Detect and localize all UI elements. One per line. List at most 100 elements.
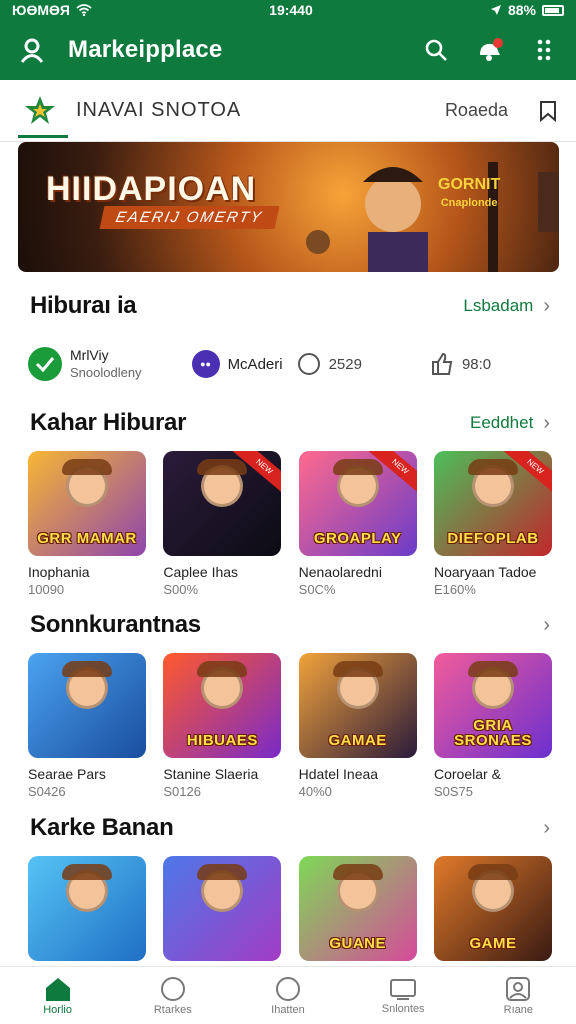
circle-icon	[275, 976, 300, 1001]
game-thumbnail[interactable]	[28, 856, 146, 961]
game-meta: S0C%	[298, 582, 336, 597]
publisher[interactable]: ●● McAderi	[191, 350, 283, 378]
game-meta: S0126	[163, 784, 201, 799]
tab-featured-label: INAVAI SNOTOA	[76, 99, 242, 121]
game-card[interactable]: HIBUAES Stanine Slaeria S0126	[163, 653, 282, 799]
publisher-name: McAderi	[227, 355, 283, 373]
character-hat-art	[467, 459, 518, 475]
section-new-header: Kahar Hiburar Eeddhet ›	[30, 409, 550, 437]
developer-subtitle: Snoolodleny	[70, 365, 142, 380]
home-icon	[45, 977, 70, 1001]
game-thumbnail[interactable]: GAMAE	[298, 653, 417, 758]
banner-subline: EAERIJ OMERTY	[99, 206, 280, 229]
game-thumbnail[interactable]: HIBUAES	[163, 653, 282, 758]
character-hat-art	[332, 864, 383, 880]
tab-row: INAVAI SNOTOA Roaeda	[0, 80, 576, 142]
game-thumbnail[interactable]: GRR MAMAR	[28, 451, 146, 556]
game-thumbnail[interactable]	[163, 856, 282, 961]
game-logo-text: HIBUAES	[186, 732, 258, 749]
nav-item-3[interactable]: Ihatten	[243, 976, 333, 1016]
chevron-right-icon: ›	[543, 411, 550, 434]
developer-logo-icon	[28, 347, 62, 381]
game-thumbnail[interactable]: GRIA SRONAES	[433, 653, 552, 758]
notification-icon[interactable]	[476, 36, 504, 64]
game-thumbnail[interactable]: GAME	[433, 856, 552, 961]
clock: 19:440	[269, 2, 313, 18]
bookmark-icon[interactable]	[538, 100, 558, 122]
game-meta: 10090	[28, 582, 65, 597]
section-new-more[interactable]: Eeddhet ›	[470, 412, 550, 435]
profile-icon	[506, 976, 531, 1001]
character-hat-art	[467, 661, 518, 677]
section-new-title: Kahar Hiburar	[30, 409, 187, 436]
game-card[interactable]: NEW DIEFOPLAB Noaryaan Tadoe E160%	[433, 451, 552, 597]
chevron-right-icon: ›	[543, 816, 550, 839]
game-card[interactable]: NEW Caplee Ihas S00%	[163, 451, 282, 597]
top-app-bar: ЮӨМӨЯ 19:440 88% Markeipplace	[0, 0, 576, 80]
game-meta: S00%	[163, 582, 199, 597]
game-title: Hdatel Ineaa	[298, 766, 379, 782]
status-bar: ЮӨМӨЯ 19:440 88%	[0, 0, 576, 20]
search-icon[interactable]	[422, 36, 450, 64]
section-featured-header: Hiburaı ia Lsbadam ›	[30, 292, 550, 320]
section-more-more[interactable]: ›	[543, 817, 550, 840]
game-meta: S0426	[28, 784, 66, 799]
game-title: Inophania	[28, 564, 90, 580]
location-icon	[490, 5, 501, 15]
character-hat-art	[467, 864, 518, 880]
game-logo-text: GAME	[469, 935, 517, 952]
more-options-icon[interactable]	[530, 36, 558, 64]
game-card[interactable]: GRIA SRONAES Coroelar & S0S75	[433, 653, 552, 799]
info-row: MrlViy Snoolodleny ●● McAderi 2529 98:0	[28, 342, 558, 386]
game-logo-text: GRR MAMAR	[37, 530, 137, 547]
character-hat-art	[197, 459, 248, 475]
installs-stat[interactable]: 98:0	[430, 352, 491, 376]
game-title: Noaryaan Tadoe	[433, 564, 537, 580]
nav-item-2[interactable]: Rtarkes	[128, 976, 218, 1016]
account-icon[interactable]	[18, 36, 46, 64]
section-more-header: Karke Banan ›	[30, 814, 550, 842]
game-thumbnail[interactable]: GUANE	[298, 856, 417, 961]
heart-icon	[297, 353, 320, 375]
section-popular-more[interactable]: ›	[543, 614, 550, 637]
game-card[interactable]: NEW GROAPLAY Nenaolaredni S0C%	[298, 451, 417, 597]
character-hat-art	[197, 661, 248, 677]
game-card[interactable]: Searae Pars S0426	[28, 653, 146, 799]
game-thumbnail[interactable]	[28, 653, 146, 758]
game-grid-popular: Searae Pars S0426 HIBUAES Stanine Slaeria S0…	[28, 653, 552, 799]
bottom-navigation: Horlio Rtarkes Ihatten Snlontes Rıane	[0, 966, 576, 1024]
section-featured-more[interactable]: Lsbadam ›	[463, 295, 550, 318]
promo-banner[interactable]: HIIDAPIOAN EAERIJ OMERTY GORNIT Cnaplond…	[18, 142, 559, 272]
game-meta: E160%	[433, 582, 476, 597]
game-card[interactable]: GRR MAMAR Inophania 10090	[28, 451, 146, 597]
chevron-right-icon: ›	[543, 294, 550, 317]
game-title: Coroelar &	[433, 766, 501, 782]
thumbs-up-icon	[431, 352, 453, 375]
character-hat-art	[62, 459, 112, 475]
game-logo-text: GRIA SRONAES	[454, 717, 532, 749]
character-hat-art	[62, 661, 112, 677]
nav-item-4[interactable]: Snlontes	[358, 977, 448, 1015]
game-card[interactable]: GAMAE Hdatel Ineaa 40%0	[298, 653, 417, 799]
nav-home[interactable]: Horlio	[13, 976, 103, 1016]
section-featured-title: Hiburaı ia	[30, 292, 137, 319]
likes-stat[interactable]: 2529	[297, 352, 362, 376]
game-logo-text: DIEFOPLAB	[447, 530, 539, 547]
game-thumbnail[interactable]: NEW GROAPLAY	[298, 451, 417, 556]
game-thumbnail[interactable]: NEW	[163, 451, 282, 556]
character-hat-art	[197, 864, 248, 880]
game-title: Searae Pars	[28, 766, 106, 782]
character-hat-art	[332, 661, 383, 677]
section-more-title: Karke Banan	[30, 814, 174, 841]
banner-badge: GORNIT Cnaplonde	[438, 176, 501, 209]
carrier-label: ЮӨМӨЯ	[12, 2, 70, 18]
tab-right-label[interactable]: Roaeda	[445, 100, 508, 121]
battery-icon	[541, 4, 564, 16]
app-title: Markeipplace	[68, 36, 223, 63]
developer[interactable]: MrlViy Snoolodleny	[28, 347, 142, 381]
game-thumbnail[interactable]: NEW DIEFOPLAB	[433, 451, 552, 556]
wifi-icon	[76, 4, 92, 16]
circle-icon	[160, 976, 185, 1001]
tab-featured[interactable]: INAVAI SNOTOA	[18, 80, 245, 142]
nav-item-5[interactable]: Rıane	[473, 976, 563, 1016]
